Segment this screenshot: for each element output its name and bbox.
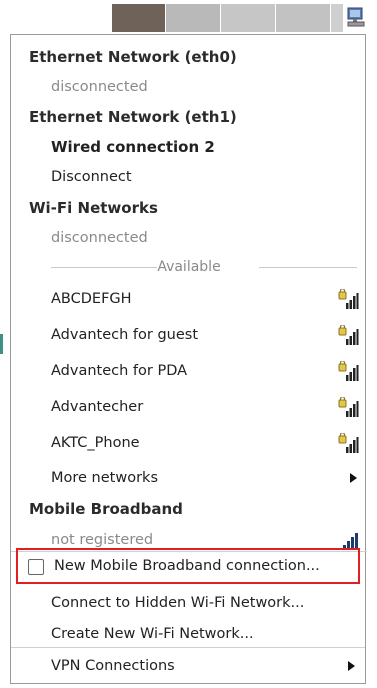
- top-panel: [0, 0, 377, 34]
- locked-signal-icon: [337, 324, 359, 347]
- wifi-ssid: Advantech for PDA: [51, 363, 188, 379]
- vpn-connections-label: VPN Connections: [51, 658, 175, 674]
- wifi-ssid: ABCDEFGH: [51, 291, 132, 307]
- mobile-status: not registered: [51, 532, 154, 548]
- locked-signal-icon: [337, 432, 359, 455]
- locked-signal-icon: [337, 396, 359, 419]
- more-networks-label: More networks: [51, 470, 158, 486]
- separator-line-left: [51, 267, 157, 268]
- wifi-network-item[interactable]: ABCDEFGH: [11, 281, 367, 317]
- taskbar-segment-1[interactable]: [112, 4, 165, 32]
- submenu-arrow-icon: [350, 473, 357, 483]
- wifi-ssid: AKTC_Phone: [51, 435, 140, 451]
- separator-line-right: [259, 267, 357, 268]
- taskbar-segment-5[interactable]: [331, 4, 343, 32]
- vpn-connections-item[interactable]: VPN Connections: [11, 648, 365, 684]
- new-mobile-broadband-checkbox[interactable]: [28, 559, 44, 575]
- locked-signal-icon: [337, 288, 359, 311]
- wifi-network-item[interactable]: Advantecher: [11, 389, 367, 425]
- submenu-arrow-icon: [348, 661, 355, 671]
- wifi-network-item[interactable]: Advantech for guest: [11, 317, 367, 353]
- available-separator: Available: [11, 257, 367, 277]
- taskbar-segment-2[interactable]: [166, 4, 220, 32]
- background-window-edge: [0, 334, 3, 354]
- taskbar-segment-4[interactable]: [276, 4, 330, 32]
- taskbar-segment-3[interactable]: [221, 4, 275, 32]
- wifi-network-item[interactable]: AKTC_Phone: [11, 425, 367, 461]
- locked-signal-icon: [337, 360, 359, 383]
- available-label: Available: [157, 259, 221, 275]
- wifi-ssid: Advantech for guest: [51, 327, 199, 343]
- wifi-network-item[interactable]: Advantech for PDA: [11, 353, 367, 389]
- network-computer-icon[interactable]: [345, 6, 367, 28]
- new-mobile-broadband-row[interactable]: New Mobile Broadband connection...: [16, 548, 360, 584]
- new-mobile-broadband-label: New Mobile Broadband connection...: [54, 558, 320, 574]
- wifi-ssid: Advantecher: [51, 399, 144, 415]
- wifi-status: disconnected: [51, 230, 148, 246]
